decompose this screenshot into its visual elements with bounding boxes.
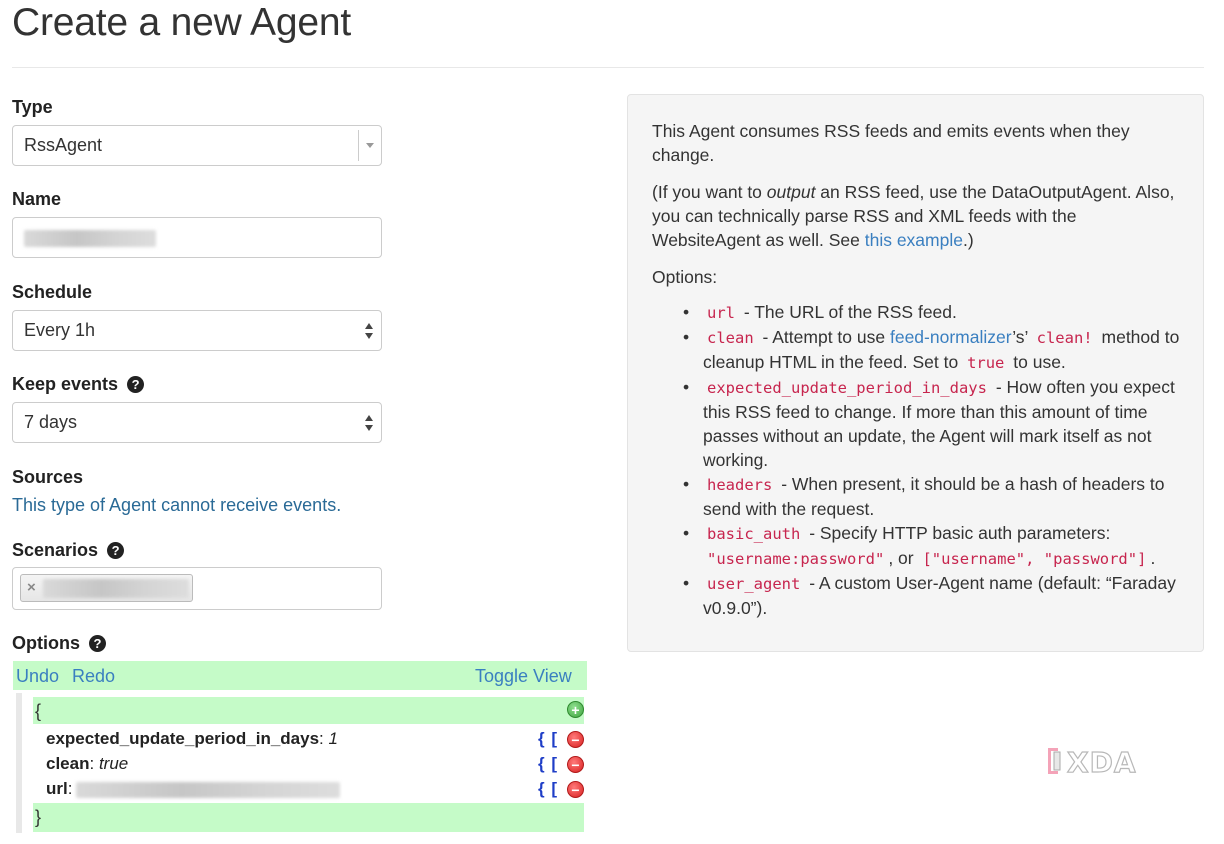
sources-label: Sources (12, 467, 84, 487)
json-row[interactable]: clean: true (46, 753, 128, 775)
option-code: ["username", "password"] (922, 550, 1147, 568)
schedule-label: Schedule (12, 282, 93, 302)
note-emphasis: output (766, 182, 816, 202)
json-row-tools[interactable]: { [ (538, 753, 558, 775)
keep-events-label: Keep events ? (12, 373, 145, 395)
option-code: user_agent (707, 575, 801, 593)
list-item: clean - Attempt to use feed-normalizer’s… (679, 325, 1189, 375)
redacted-name-value (24, 230, 156, 247)
xda-logo-icon: XDA (1048, 745, 1137, 777)
type-label: Type (12, 97, 53, 117)
json-value[interactable]: 1 (329, 729, 338, 748)
options-heading: Options: (652, 267, 718, 287)
json-key: url (46, 779, 68, 798)
open-brace: { (35, 701, 42, 721)
remove-icon[interactable]: − (567, 731, 584, 748)
close-brace: } (35, 807, 42, 827)
option-code: expected_update_period_in_days (707, 379, 987, 397)
option-description: . (1150, 548, 1156, 568)
list-item: user_agent - A custom User-Agent name (d… (679, 571, 1189, 620)
keep-events-select[interactable]: 7 days (12, 402, 382, 443)
this-example-link[interactable]: this example (865, 230, 963, 250)
keep-events-label-text: Keep events (12, 374, 119, 394)
option-description: to use. (1008, 352, 1066, 372)
type-select[interactable]: RssAgent (12, 125, 382, 166)
watermark-text: XDA (1067, 746, 1137, 777)
scenarios-label: Scenarios ? (12, 539, 125, 561)
list-item: expected_update_period_in_days - How oft… (679, 375, 1189, 472)
close-icon[interactable]: × (27, 577, 36, 599)
add-icon[interactable]: + (567, 701, 584, 718)
json-key: expected_update_period_in_days (46, 729, 320, 748)
redacted-scenario-name (43, 579, 189, 598)
option-code: clean (707, 329, 754, 347)
json-tree-gutter (16, 693, 22, 833)
option-description: ’s’ (1012, 327, 1033, 347)
json-row-tools[interactable]: { [ (538, 778, 558, 800)
redo-button[interactable]: Redo (72, 665, 115, 687)
title-divider (12, 67, 1204, 68)
name-input[interactable] (12, 217, 382, 258)
list-item: headers - When present, it should be a h… (679, 472, 1189, 521)
type-dropdown-toggle[interactable] (358, 130, 381, 161)
scenarios-multiselect[interactable]: × (12, 567, 382, 610)
note-text: .) (962, 230, 974, 250)
schedule-select-value: Every 1h (24, 320, 96, 340)
remove-icon[interactable]: − (567, 756, 584, 773)
schedule-select[interactable]: Every 1h (12, 310, 382, 351)
page-title: Create a new Agent (12, 1, 351, 44)
agent-description-panel: This Agent consumes RSS feeds and emits … (627, 94, 1204, 652)
options-label: Options ? (12, 632, 107, 654)
question-help-icon[interactable]: ? (107, 542, 125, 559)
option-description: - Attempt to use (757, 327, 890, 347)
note-text: (If you want to (652, 182, 767, 202)
option-code: url (707, 304, 735, 322)
option-code: true (967, 354, 1005, 372)
list-item: basic_auth - Specify HTTP basic auth par… (679, 521, 1189, 571)
caret-down-icon (366, 143, 374, 148)
undo-button[interactable]: Undo (16, 665, 59, 687)
json-row-tools[interactable]: { [ (538, 728, 558, 750)
json-editor-toolbar: Undo Redo Toggle View (13, 661, 587, 690)
options-list: url - The URL of the RSS feed. clean - A… (679, 300, 1189, 620)
remove-icon[interactable]: − (567, 781, 584, 798)
json-row[interactable]: expected_update_period_in_days: 1 (46, 728, 338, 750)
question-help-icon[interactable]: ? (89, 635, 107, 652)
options-label-text: Options (12, 633, 80, 653)
json-object-close: } (33, 803, 584, 832)
option-code: "username:password" (707, 550, 885, 568)
json-key: clean (46, 754, 90, 773)
select-updown-icon (365, 323, 373, 339)
list-item: url - The URL of the RSS feed. (679, 300, 1189, 325)
description-intro: This Agent consumes RSS feeds and emits … (652, 121, 1130, 165)
option-code: basic_auth (707, 525, 801, 543)
keep-events-select-value: 7 days (24, 412, 78, 432)
select-updown-icon (365, 415, 373, 431)
json-value[interactable]: true (99, 754, 128, 773)
option-description: - Specify HTTP basic auth parameters: (804, 523, 1111, 543)
question-help-icon[interactable]: ? (127, 376, 145, 393)
scenario-tag: × (20, 574, 193, 602)
feed-normalizer-link[interactable]: feed-normalizer (890, 327, 1012, 347)
type-select-value: RssAgent (24, 135, 103, 155)
description-note: (If you want to output an RSS feed, use … (652, 180, 1182, 252)
option-description: , or (888, 548, 919, 568)
option-code: headers (707, 476, 773, 494)
toggle-view-button[interactable]: Toggle View (475, 665, 572, 687)
option-code: clean! (1036, 329, 1093, 347)
name-label: Name (12, 189, 62, 209)
option-description: - The URL of the RSS feed. (739, 302, 957, 322)
redacted-url-value (76, 782, 340, 798)
sources-note: This type of Agent cannot receive events… (12, 495, 342, 515)
scenarios-label-text: Scenarios (12, 540, 99, 560)
json-row[interactable]: url: (46, 778, 72, 800)
json-object-open: { + (33, 697, 584, 724)
